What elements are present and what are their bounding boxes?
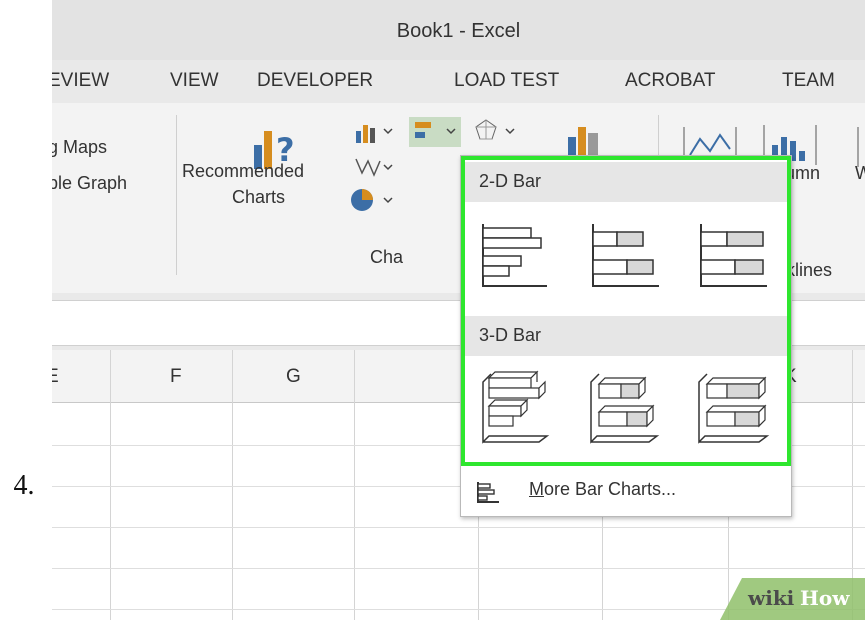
grid-line [110, 350, 111, 620]
column-header-g[interactable]: G [286, 366, 301, 388]
grid-line [232, 350, 233, 620]
win-loss-label[interactable]: W [855, 163, 865, 184]
watermark-how: How [800, 586, 850, 610]
radar-chart-icon[interactable] [474, 117, 526, 147]
bar-chart-dropdown: 2-D Bar 3-D Bar More Bar Charts... [460, 155, 792, 517]
pivot-chart-icon[interactable] [564, 123, 604, 157]
grid-line [354, 350, 355, 620]
tab-team[interactable]: TEAM [782, 70, 835, 92]
tab-load-test[interactable]: LOAD TEST [454, 70, 559, 92]
recommended-charts-label-1[interactable]: Recommended [182, 161, 304, 182]
line-chart-icon[interactable] [354, 155, 402, 179]
bar-chart-button-icon[interactable] [409, 117, 461, 147]
3d-clustered-bar-icon[interactable] [479, 370, 551, 446]
group-separator [176, 115, 177, 275]
more-bar-charts-accesskey: M [529, 479, 544, 499]
clustered-bar-icon[interactable] [479, 220, 549, 290]
graph-button[interactable]: ple Graph [52, 173, 127, 194]
column-header-f[interactable]: F [170, 366, 182, 388]
3d-100-percent-stacked-bar-icon[interactable] [695, 370, 771, 446]
grid-line [52, 568, 865, 569]
tab-developer[interactable]: DEVELOPER [257, 70, 373, 92]
section-2d-label: 2-D Bar [479, 171, 542, 191]
more-charts-icon [477, 482, 499, 503]
stacked-bar-icon[interactable] [589, 220, 661, 290]
column-header-e[interactable]: E [52, 366, 59, 388]
more-bar-charts-label: More Bar Charts... [529, 479, 676, 500]
excel-screenshot: Book1 - Excel EVIEW VIEW DEVELOPER LOAD … [52, 0, 865, 620]
100-percent-stacked-bar-icon[interactable] [697, 220, 769, 290]
tab-view[interactable]: VIEW [170, 70, 219, 92]
charts-group-label: Cha [370, 247, 404, 267]
window-title: Book1 - Excel [396, 20, 521, 42]
grid-line [52, 527, 865, 528]
section-header-2d-bar: 2-D Bar [465, 162, 787, 202]
section-header-3d-bar: 3-D Bar [465, 316, 787, 356]
more-bar-charts-text: ore Bar Charts... [544, 479, 677, 499]
watermark-wiki: wiki [748, 586, 795, 610]
more-bar-charts-item[interactable]: More Bar Charts... [461, 466, 791, 516]
column-chart-icon[interactable] [354, 121, 402, 143]
step-number: 4. [13, 470, 35, 501]
tab-acrobat[interactable]: ACROBAT [625, 70, 715, 92]
3d-stacked-bar-icon[interactable] [587, 370, 661, 446]
ribbon-tabs: EVIEW VIEW DEVELOPER LOAD TEST ACROBAT T… [52, 62, 865, 102]
section-3d-label: 3-D Bar [479, 325, 542, 345]
maps-button[interactable]: g Maps [52, 137, 107, 158]
wikihow-watermark: wiki How [720, 572, 865, 620]
pie-chart-icon[interactable] [350, 187, 398, 213]
recommended-charts-label-2[interactable]: Charts [232, 187, 285, 208]
title-bar: Book1 - Excel [52, 0, 865, 60]
tab-review[interactable]: EVIEW [52, 70, 109, 92]
